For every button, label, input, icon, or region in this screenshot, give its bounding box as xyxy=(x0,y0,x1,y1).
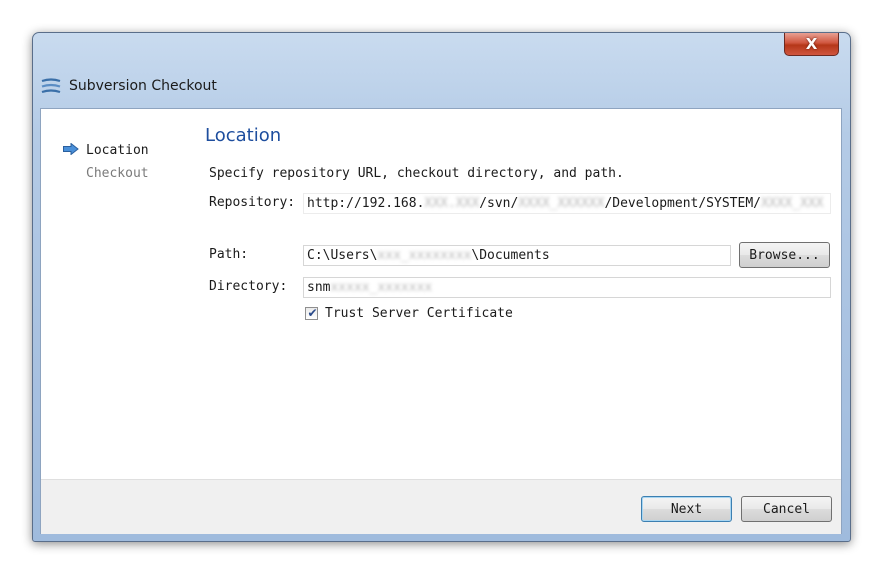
repository-url-text: /Development/SYSTEM/ xyxy=(604,196,761,211)
subversion-checkout-dialog: Subversion Checkout X Location Checkout … xyxy=(32,32,851,542)
redacted-text: XXXX_XXXXXX xyxy=(518,196,605,211)
path-text: C:\Users\ xyxy=(307,248,378,263)
repository-url-field[interactable]: http://192.168.XXX.XXX/svn/XXXX_XXXXXX/D… xyxy=(303,193,831,214)
trust-certificate-label: Trust Server Certificate xyxy=(325,306,513,321)
repository-label: Repository: xyxy=(209,195,296,210)
dialog-body: Location Checkout Location Specify repos… xyxy=(40,108,842,534)
close-button[interactable]: X xyxy=(784,33,839,56)
path-label: Path: xyxy=(209,247,249,262)
redacted-text: xxxxx_xxxxxxx xyxy=(330,280,433,295)
directory-label: Directory: xyxy=(209,279,288,294)
repository-url-text: /svn/ xyxy=(479,196,519,211)
arrow-right-icon xyxy=(63,142,79,156)
next-button[interactable]: Next xyxy=(641,496,732,522)
directory-field[interactable]: snmxxxxx_xxxxxxx xyxy=(303,277,831,298)
redacted-text: XXXX_XXX xyxy=(760,196,824,211)
wizard-step-checkout[interactable]: Checkout xyxy=(86,166,149,181)
trust-certificate-checkbox[interactable]: ✔ xyxy=(305,306,318,320)
wizard-step-label: Checkout xyxy=(86,166,149,181)
close-icon: X xyxy=(805,35,818,53)
svn-checkout-icon xyxy=(41,78,61,95)
browse-button[interactable]: Browse... xyxy=(739,242,830,268)
path-field[interactable]: C:\Users\xxx_xxxxxxxx\Documents xyxy=(303,245,731,266)
redacted-text: xxx_xxxxxxxx xyxy=(377,248,472,263)
page-title: Location xyxy=(205,125,282,146)
redacted-text: XXX.XXX xyxy=(424,196,480,211)
wizard-steps: Location Checkout xyxy=(41,109,191,479)
title-bar[interactable]: Subversion Checkout X xyxy=(33,33,850,108)
page-description: Specify repository URL, checkout directo… xyxy=(209,166,624,181)
directory-text: snm xyxy=(307,280,331,295)
wizard-step-location[interactable]: Location xyxy=(63,142,149,158)
checkmark-icon: ✔ xyxy=(307,306,318,320)
window-title: Subversion Checkout xyxy=(69,78,217,94)
path-text: \Documents xyxy=(471,248,550,263)
wizard-step-label: Location xyxy=(86,143,149,158)
repository-url-text: http://192.168. xyxy=(307,196,425,211)
cancel-button[interactable]: Cancel xyxy=(741,496,832,522)
